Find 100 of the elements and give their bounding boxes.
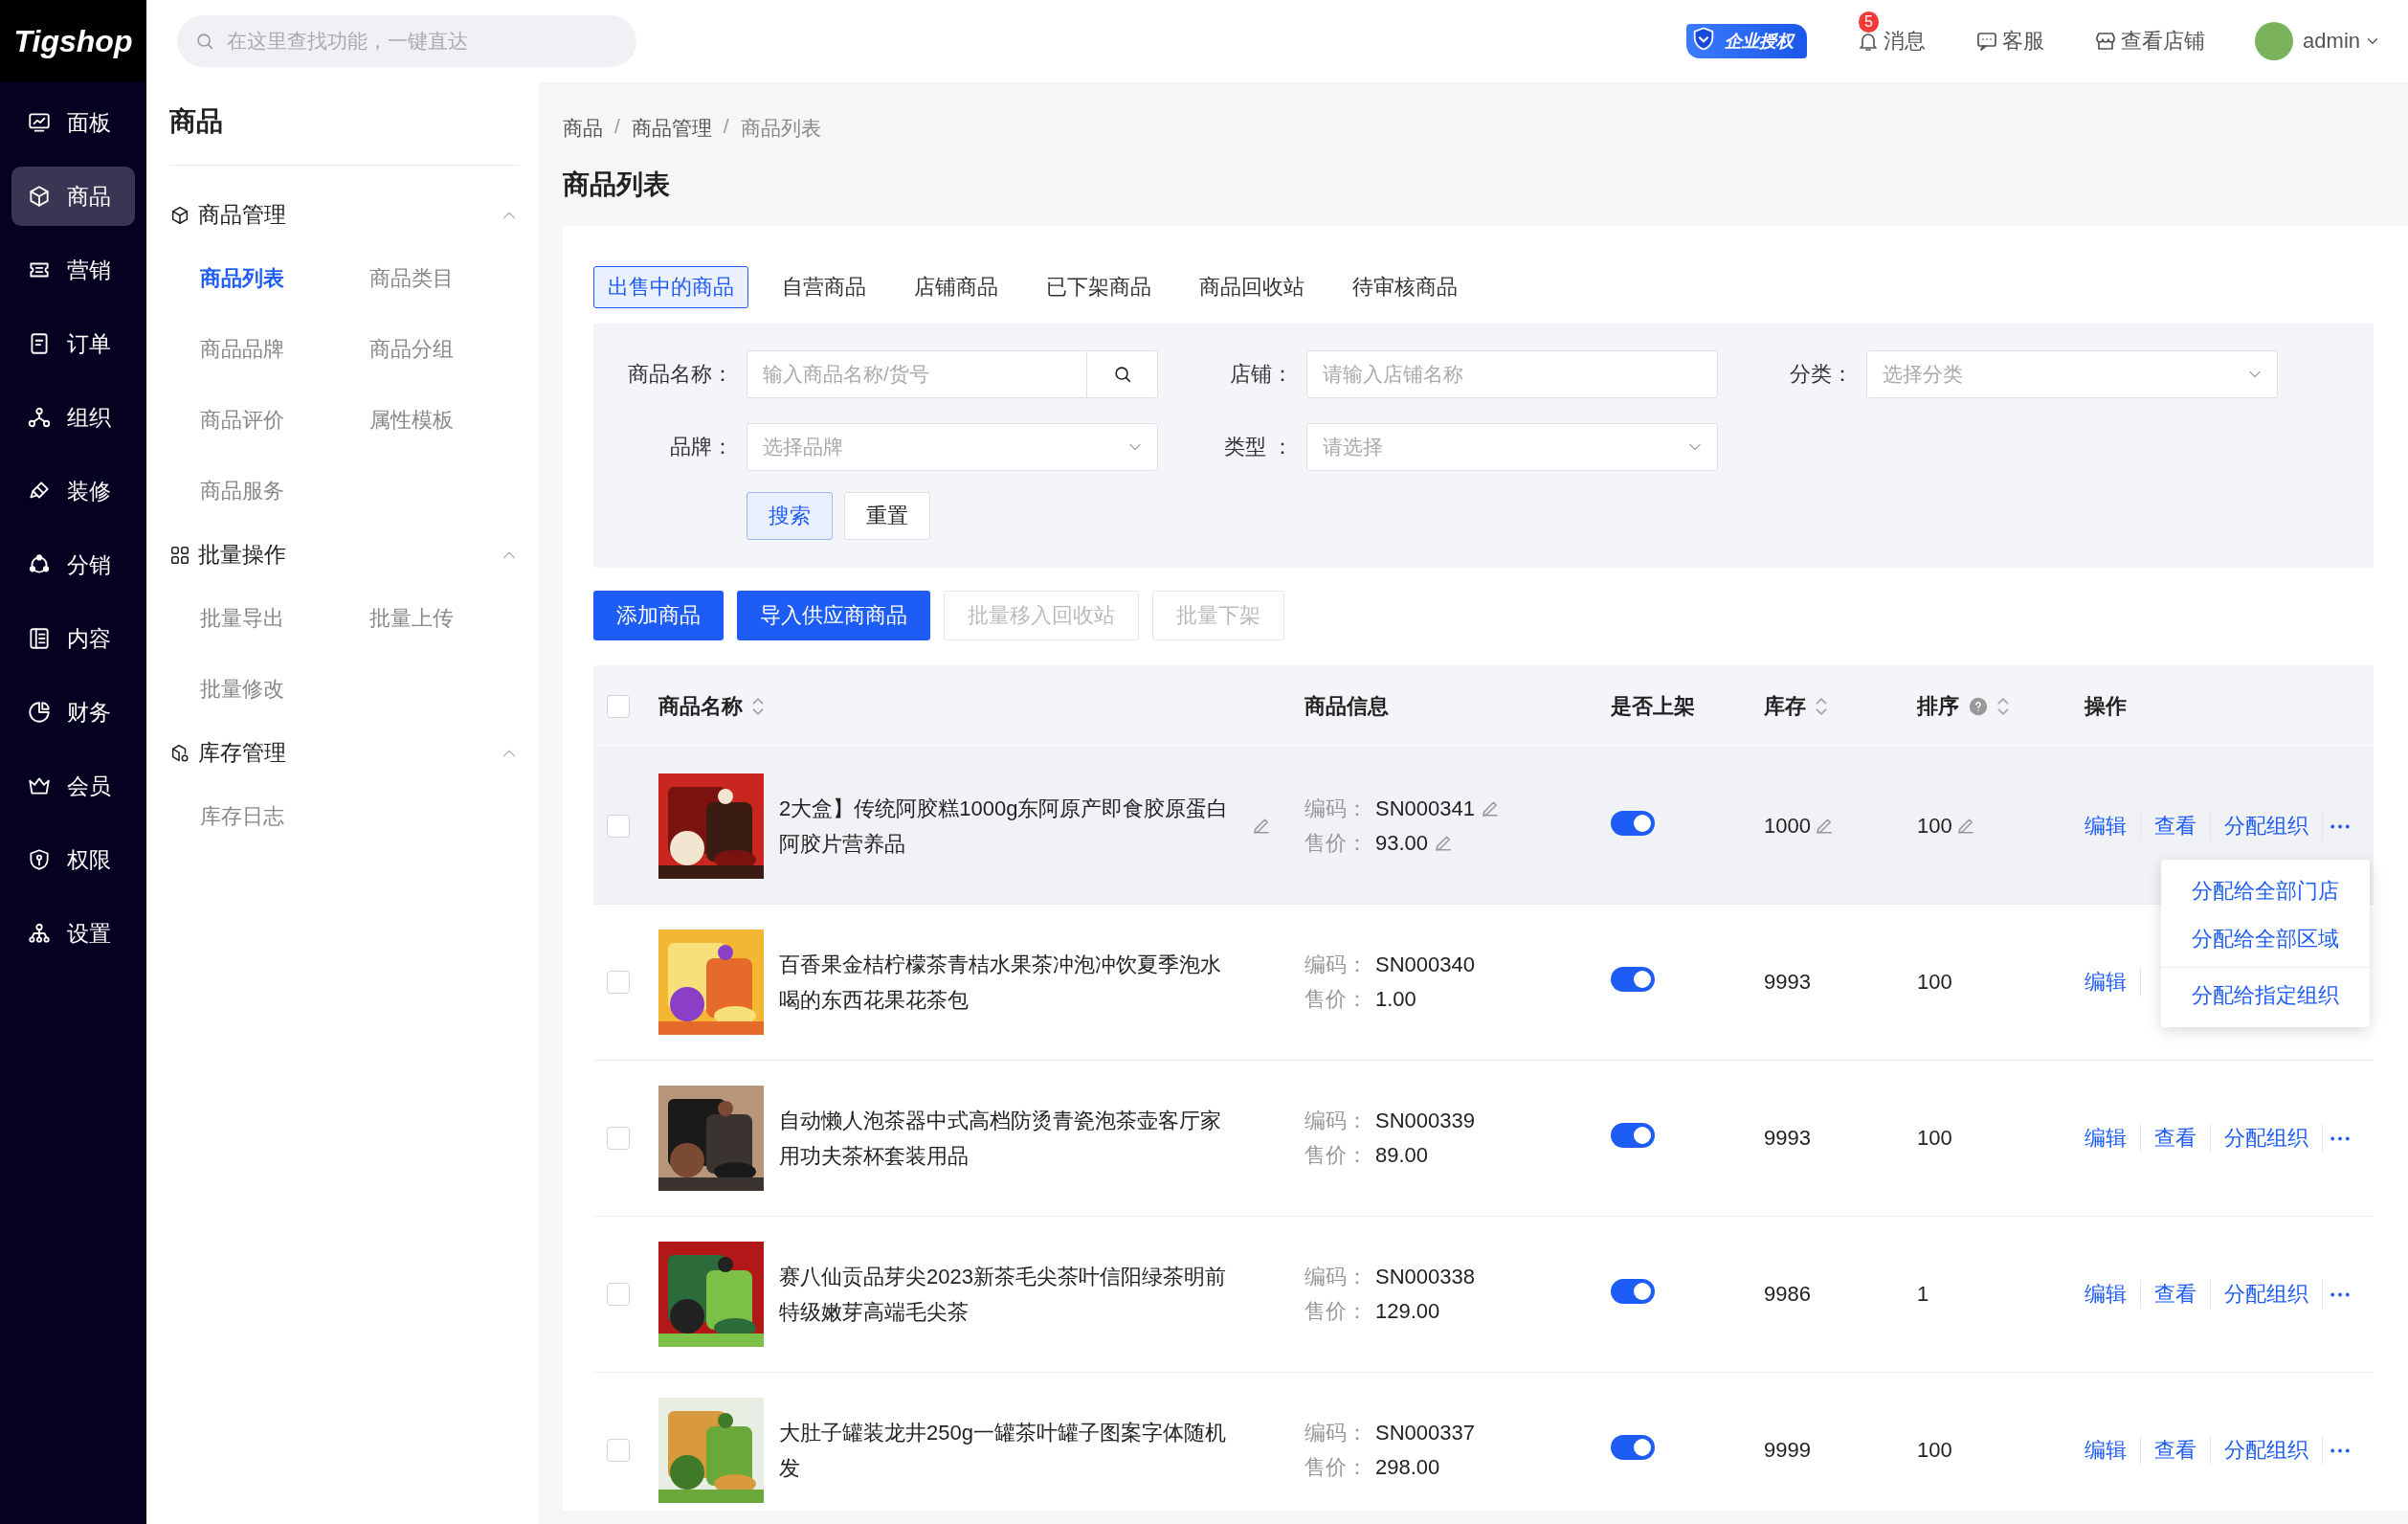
nav-item[interactable]: 面板 — [11, 93, 135, 152]
action-link[interactable]: 编辑 — [2085, 1280, 2141, 1309]
menu-item[interactable]: 分配给指定组织 — [2161, 972, 2370, 1020]
more-icon[interactable] — [2330, 1447, 2350, 1453]
reset-button[interactable]: 重置 — [844, 492, 930, 540]
submenu-item[interactable]: 商品品牌 — [200, 337, 284, 361]
price-label: 售价： — [1304, 986, 1368, 1013]
pencil-icon[interactable] — [1483, 801, 1498, 817]
pencil-icon[interactable] — [1816, 818, 1832, 834]
nav-item[interactable]: 财务 — [11, 683, 135, 742]
pencil-icon[interactable] — [1436, 836, 1452, 851]
nav-item[interactable]: 权限 — [11, 830, 135, 889]
select-field[interactable]: 请选择 — [1306, 423, 1718, 471]
search-button[interactable]: 搜索 — [747, 492, 833, 540]
submenu-item[interactable]: 商品评价 — [200, 408, 284, 432]
on-sale-toggle[interactable] — [1611, 1123, 1655, 1148]
more-icon[interactable] — [2330, 1135, 2350, 1141]
search-field[interactable]: 输入商品名称/货号 — [747, 350, 1087, 398]
on-sale-toggle[interactable] — [1611, 1435, 1655, 1460]
header-link[interactable]: 查看店铺 — [2093, 27, 2205, 56]
submenu-item[interactable]: 商品服务 — [200, 479, 284, 503]
row-checkbox[interactable] — [607, 1439, 630, 1462]
nav-item[interactable]: 分销 — [11, 535, 135, 594]
nav-item[interactable]: 装修 — [11, 461, 135, 521]
book-icon — [27, 626, 52, 651]
avatar-icon — [2254, 22, 2293, 60]
nav-item[interactable]: 商品 — [11, 167, 135, 226]
action-link[interactable]: 编辑 — [2085, 968, 2141, 997]
submenu-item[interactable]: 库存日志 — [200, 804, 284, 828]
select-field[interactable]: 选择分类 — [1866, 350, 2278, 398]
submenu-item[interactable]: 商品类目 — [369, 266, 454, 290]
row-checkbox[interactable] — [607, 971, 630, 994]
tab[interactable]: 已下架商品 — [1032, 266, 1166, 308]
tab[interactable]: 出售中的商品 — [593, 266, 748, 308]
pie-chart-icon — [27, 700, 52, 725]
input-field[interactable]: 请输入店铺名称 — [1306, 350, 1718, 398]
action-link[interactable]: 分配组织 — [2211, 1124, 2323, 1153]
nav-item[interactable]: 内容 — [11, 609, 135, 668]
submenu-item[interactable]: 批量上传 — [369, 606, 454, 630]
product-name: 自动懒人泡茶器中式高档防烫青瓷泡茶壶客厅家用功夫茶杯套装用品 — [779, 1108, 1222, 1170]
nav-item[interactable]: 订单 — [11, 314, 135, 373]
breadcrumb-link[interactable]: 商品 — [563, 115, 603, 142]
menu-item[interactable]: 分配给全部门店 — [2161, 867, 2370, 915]
on-sale-toggle[interactable] — [1611, 811, 1655, 836]
action-link[interactable]: 分配组织 — [2211, 1280, 2323, 1309]
row-checkbox[interactable] — [607, 1127, 630, 1150]
tab[interactable]: 自营商品 — [768, 266, 881, 308]
submenu-item[interactable]: 批量导出 — [200, 606, 284, 630]
nav-item[interactable]: 设置 — [11, 904, 135, 963]
pencil-icon[interactable] — [1254, 818, 1269, 834]
action-link[interactable]: 编辑 — [2085, 1436, 2141, 1465]
search-button[interactable] — [1087, 350, 1158, 398]
menu-group-header[interactable]: 批量操作 — [169, 540, 520, 570]
sort-icon[interactable] — [1997, 698, 2009, 715]
row-checkbox[interactable] — [607, 1283, 630, 1306]
gear-network-icon — [27, 921, 52, 946]
nav-item[interactable]: 组织 — [11, 388, 135, 447]
submenu-item[interactable]: 属性模板 — [369, 408, 454, 432]
action-link[interactable]: 编辑 — [2085, 1124, 2141, 1153]
action-link[interactable]: 分配组织 — [2211, 1436, 2323, 1465]
breadcrumb-link[interactable]: 商品管理 — [631, 115, 712, 142]
menu-item[interactable]: 分配给全部区域 — [2161, 915, 2370, 963]
sort-value: 100 — [1917, 814, 1952, 839]
sort-icon[interactable] — [752, 698, 764, 715]
submenu-item[interactable]: 商品分组 — [369, 337, 454, 361]
action-link[interactable]: 查看 — [2141, 1280, 2211, 1309]
sort-icon[interactable] — [1816, 698, 1827, 715]
action-link[interactable]: 分配组织 — [2211, 812, 2323, 840]
header-link[interactable]: 客服 — [1974, 27, 2044, 56]
menu-group-header[interactable]: 商品管理 — [169, 200, 520, 230]
nav-item[interactable]: 会员 — [11, 756, 135, 816]
license-badge[interactable]: 企业授权 — [1685, 24, 1807, 58]
action-button[interactable]: 添加商品 — [593, 591, 724, 640]
user-menu[interactable]: admin — [2254, 22, 2381, 60]
tab[interactable]: 店铺商品 — [900, 266, 1013, 308]
pencil-icon[interactable] — [1957, 818, 1973, 834]
page-title: 商品列表 — [563, 168, 671, 201]
logo[interactable]: Tigshop — [0, 0, 146, 82]
action-button[interactable]: 导入供应商商品 — [737, 591, 930, 640]
action-link[interactable]: 编辑 — [2085, 812, 2141, 840]
select-all-checkbox[interactable] — [607, 695, 630, 718]
more-icon[interactable] — [2330, 823, 2350, 829]
tab[interactable]: 待审核商品 — [1338, 266, 1472, 308]
on-sale-toggle[interactable] — [1611, 1279, 1655, 1304]
tab[interactable]: 商品回收站 — [1185, 266, 1319, 308]
select-field[interactable]: 选择品牌 — [747, 423, 1158, 471]
search-field[interactable]: 在这里查找功能，一键直达 — [177, 15, 636, 67]
cube-icon — [27, 184, 52, 209]
more-icon[interactable] — [2330, 1291, 2350, 1297]
nav-item[interactable]: 营销 — [11, 240, 135, 300]
row-checkbox[interactable] — [607, 815, 630, 838]
action-link[interactable]: 查看 — [2141, 1436, 2211, 1465]
submenu-item[interactable]: 商品列表 — [200, 266, 284, 290]
menu-group-header[interactable]: 库存管理 — [169, 738, 520, 768]
product-code: SN000339 — [1375, 1109, 1475, 1133]
action-link[interactable]: 查看 — [2141, 1124, 2211, 1153]
column-header: 排序 — [1917, 693, 1959, 720]
action-link[interactable]: 查看 — [2141, 812, 2211, 840]
on-sale-toggle[interactable] — [1611, 967, 1655, 992]
submenu-item[interactable]: 批量修改 — [200, 677, 284, 701]
